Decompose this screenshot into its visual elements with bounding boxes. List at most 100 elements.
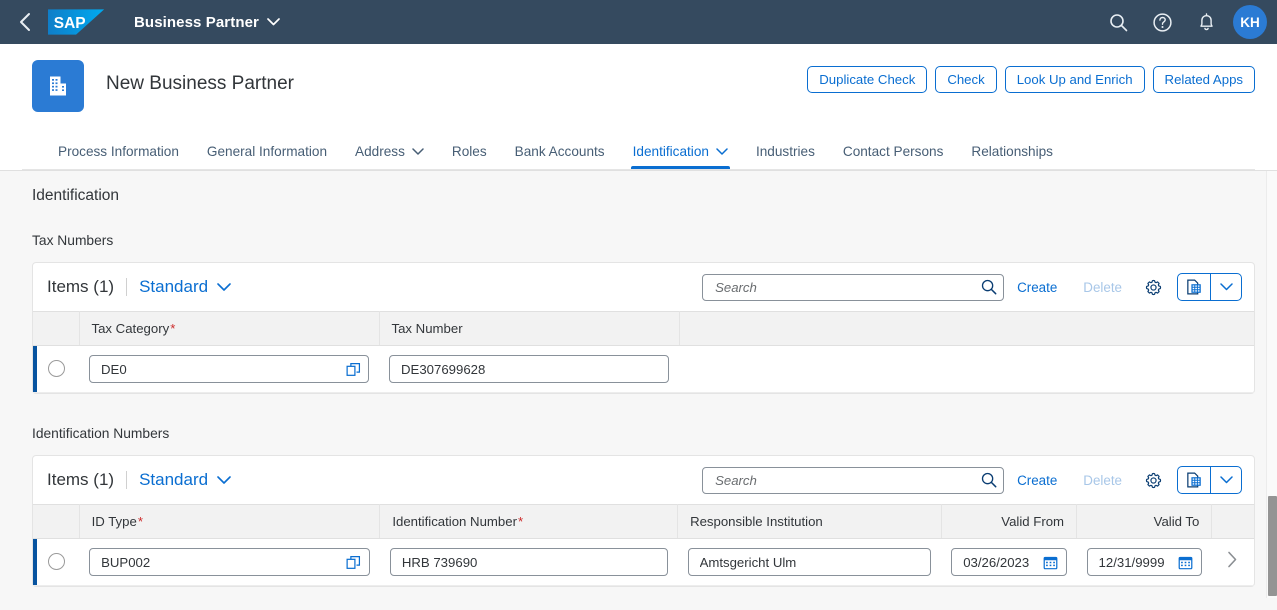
export-options-button[interactable] [1211,274,1241,300]
chevron-down-icon [217,283,231,291]
search-field-wrapper[interactable] [702,273,1005,301]
page-title: New Business Partner [106,73,294,94]
gear-icon [1145,279,1161,295]
export-split-button [1177,273,1242,301]
search-input[interactable] [713,278,982,296]
object-header-actions: Duplicate Check Check Look Up and Enrich… [807,66,1255,93]
tab-bank-accounts[interactable]: Bank Accounts [501,144,619,169]
vertical-scrollbar[interactable] [1266,171,1277,598]
delete-button[interactable]: Delete [1070,473,1135,488]
chevron-down-icon [267,18,280,26]
search-icon[interactable] [981,472,997,488]
tax-number-field[interactable] [389,355,669,383]
chevron-down-icon [217,476,231,484]
tab-address[interactable]: Address [341,144,438,169]
variant-label: Standard [139,277,209,296]
delete-button[interactable]: Delete [1070,280,1135,295]
row-radio-button[interactable] [47,553,65,571]
cell-valid-from [941,538,1077,586]
tab-contact-persons[interactable]: Contact Persons [829,144,958,169]
tab-industries[interactable]: Industries [742,144,829,169]
chevron-down-icon [412,148,424,155]
create-button[interactable]: Create [1004,473,1070,488]
check-button[interactable]: Check [935,66,997,93]
settings-button[interactable] [1137,466,1169,494]
search-icon [1109,13,1127,31]
variant-selector[interactable]: Standard [139,470,231,490]
value-help-icon [346,362,360,376]
value-help-button[interactable] [342,362,364,377]
tax-number-input[interactable] [399,360,664,378]
calendar-icon [1178,556,1193,569]
look-up-and-enrich-button[interactable]: Look Up and Enrich [1004,66,1145,93]
column-header-tax-category[interactable]: Tax Category* [79,311,380,346]
column-header-valid-from[interactable]: Valid From [941,504,1078,539]
search-field-wrapper[interactable] [702,466,1005,494]
tax-category-input[interactable] [99,360,342,378]
valid-to-date-picker-button[interactable] [1175,555,1197,570]
column-label: Tax Category [91,321,170,336]
identification-number-input[interactable] [399,553,663,571]
content-inner: Identification Tax Numbers Items (1) Sta… [0,171,1277,587]
search-input[interactable] [713,471,982,489]
subsection-title-tax-numbers: Tax Numbers [32,233,114,248]
duplicate-check-button[interactable]: Duplicate Check [807,66,928,93]
id-type-field[interactable] [89,548,370,576]
valid-from-input[interactable] [961,553,1040,571]
column-header-valid-to[interactable]: Valid To [1076,504,1213,539]
tab-label: Identification [632,144,709,159]
responsible-institution-field[interactable] [687,548,932,576]
export-to-spreadsheet-button[interactable] [1178,467,1211,493]
search-icon[interactable] [981,279,997,295]
app-icon-tile [32,60,84,112]
identification-numbers-table-body [33,538,1254,586]
required-indicator: * [517,514,524,529]
sap-logo[interactable]: SAP [48,9,108,35]
create-button[interactable]: Create [1004,280,1070,295]
row-radio-button[interactable] [47,360,65,378]
export-to-spreadsheet-button[interactable] [1178,274,1211,300]
settings-button[interactable] [1137,273,1169,301]
valid-to-field[interactable] [1086,548,1202,576]
icon-tab-bar: Process Information General Information … [22,128,1255,170]
table-row[interactable] [33,345,1254,393]
identification-numbers-table-card: Items (1) Standard Search Create Delete … [32,455,1255,587]
tax-category-field[interactable] [89,355,369,383]
id-type-input[interactable] [99,553,343,571]
identification-number-field[interactable] [389,548,668,576]
avatar[interactable]: KH [1233,5,1267,39]
column-header-identification-number[interactable]: Identification Number* [379,504,679,539]
responsible-institution-input[interactable] [697,553,927,571]
help-button[interactable] [1143,3,1181,41]
cell-filler [679,345,1254,393]
shell-title[interactable]: Business Partner [134,14,280,31]
variant-selector[interactable]: Standard [139,277,231,297]
column-header-tax-number[interactable]: Tax Number [379,311,680,346]
tab-label: Contact Persons [842,144,944,159]
export-to-spreadsheet-icon [1187,472,1201,488]
bell-icon [1199,13,1213,31]
items-count: Items (1) [47,470,115,489]
related-apps-button[interactable]: Related Apps [1152,66,1255,93]
scrollbar-thumb[interactable] [1268,496,1277,596]
export-options-button[interactable] [1211,467,1241,493]
valid-from-date-picker-button[interactable] [1040,555,1062,570]
notifications-button[interactable] [1187,3,1225,41]
back-button[interactable] [6,4,42,40]
cell-tax-number [379,345,679,393]
column-header-id-type[interactable]: ID Type* [79,504,381,539]
tab-process-information[interactable]: Process Information [44,144,193,169]
valid-from-field[interactable] [951,548,1067,576]
tab-roles[interactable]: Roles [438,144,501,169]
column-header-responsible-institution[interactable]: Responsible Institution [677,504,942,539]
value-help-button[interactable] [343,555,365,570]
search-button[interactable] [1099,3,1137,41]
tab-identification[interactable]: Identification [619,144,742,169]
cell-row-navigation[interactable] [1211,538,1254,586]
table-row[interactable] [33,538,1254,586]
select-column-header [33,504,80,539]
valid-to-input[interactable] [1096,553,1175,571]
tab-relationships[interactable]: Relationships [957,144,1067,169]
identification-numbers-table: ID Type* Identification Number* Responsi… [33,504,1254,586]
tab-general-information[interactable]: General Information [193,144,341,169]
